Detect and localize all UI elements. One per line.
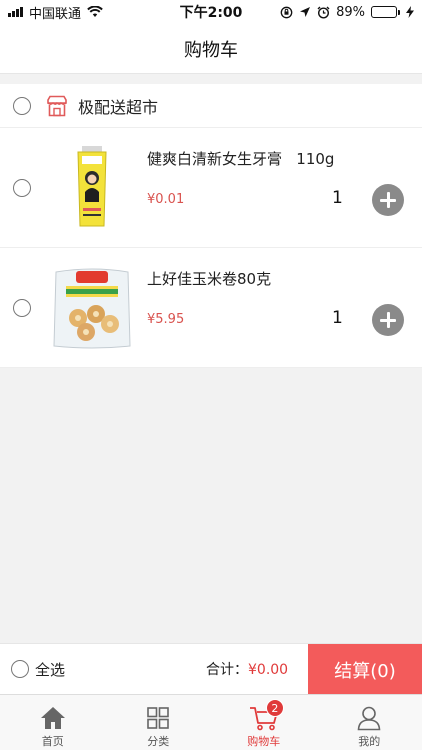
checkout-button[interactable]: 结算(0) — [308, 644, 422, 695]
category-grid-icon — [143, 703, 173, 733]
location-icon — [300, 7, 311, 17]
checkout-bar: 全选 合计：¥0.00 结算(0) — [0, 643, 422, 695]
tab-cart[interactable]: 2 购物车 — [211, 695, 317, 750]
select-all-toggle[interactable]: 全选 — [11, 659, 65, 680]
tab-home[interactable]: 首页 — [0, 695, 106, 750]
status-bar: 中国联通 下午2:00 89% — [0, 0, 422, 24]
item-select-radio[interactable] — [13, 178, 31, 197]
tab-cart-label: 购物车 — [247, 735, 281, 748]
tab-home-label: 首页 — [41, 735, 64, 748]
carrier-label: 中国联通 — [29, 6, 82, 22]
increase-quantity-button[interactable] — [372, 304, 404, 336]
product-image-corn-rolls[interactable] — [50, 265, 134, 351]
item-name[interactable]: 健爽白清新女生牙膏 110g — [147, 148, 334, 169]
item-name[interactable]: 上好佳玉米卷80克 — [147, 268, 271, 289]
select-all-label: 全选 — [35, 660, 66, 679]
cart-item: 上好佳玉米卷80克 ¥5.95 1 — [0, 248, 422, 368]
item-price: ¥0.01 — [147, 192, 185, 207]
cart-item: 健爽白清新女生牙膏 110g ¥0.01 1 — [0, 128, 422, 248]
increase-quantity-button[interactable] — [372, 184, 404, 216]
home-icon — [38, 703, 68, 733]
tab-category[interactable]: 分类 — [106, 695, 212, 750]
item-quantity: 1 — [332, 188, 343, 208]
cart-list: 极配送超市 健爽白清新女生牙膏 110g ¥0.01 1 上好佳玉米卷80克 ¥… — [0, 84, 422, 368]
cart-count-badge: 2 — [265, 699, 284, 717]
cart-total: 合计：¥0.00 — [206, 659, 288, 679]
item-quantity: 1 — [332, 308, 343, 328]
battery-percent: 89% — [336, 4, 365, 20]
battery-icon — [371, 6, 400, 18]
item-select-radio[interactable] — [13, 298, 31, 317]
total-amount: ¥0.00 — [248, 662, 289, 678]
orientation-lock-icon — [280, 6, 293, 18]
tab-profile[interactable]: 我的 — [317, 695, 422, 750]
user-icon — [354, 703, 384, 733]
select-all-radio[interactable] — [11, 660, 29, 678]
product-image-toothpaste[interactable] — [50, 145, 134, 231]
store-row: 极配送超市 — [0, 84, 422, 128]
wifi-icon — [87, 6, 103, 17]
charging-icon — [406, 6, 414, 18]
store-name: 极配送超市 — [78, 97, 159, 117]
store-icon — [47, 95, 67, 116]
item-price: ¥5.95 — [147, 312, 185, 327]
tab-category-label: 分类 — [147, 735, 170, 748]
tab-bar: 首页 分类 2 购物车 我的 — [0, 694, 422, 750]
signal-icon — [8, 7, 23, 17]
total-label: 合计： — [206, 662, 248, 678]
tab-profile-label: 我的 — [358, 735, 381, 748]
page-title: 购物车 — [0, 24, 422, 74]
store-select-radio[interactable] — [13, 96, 31, 115]
alarm-icon — [317, 6, 330, 19]
